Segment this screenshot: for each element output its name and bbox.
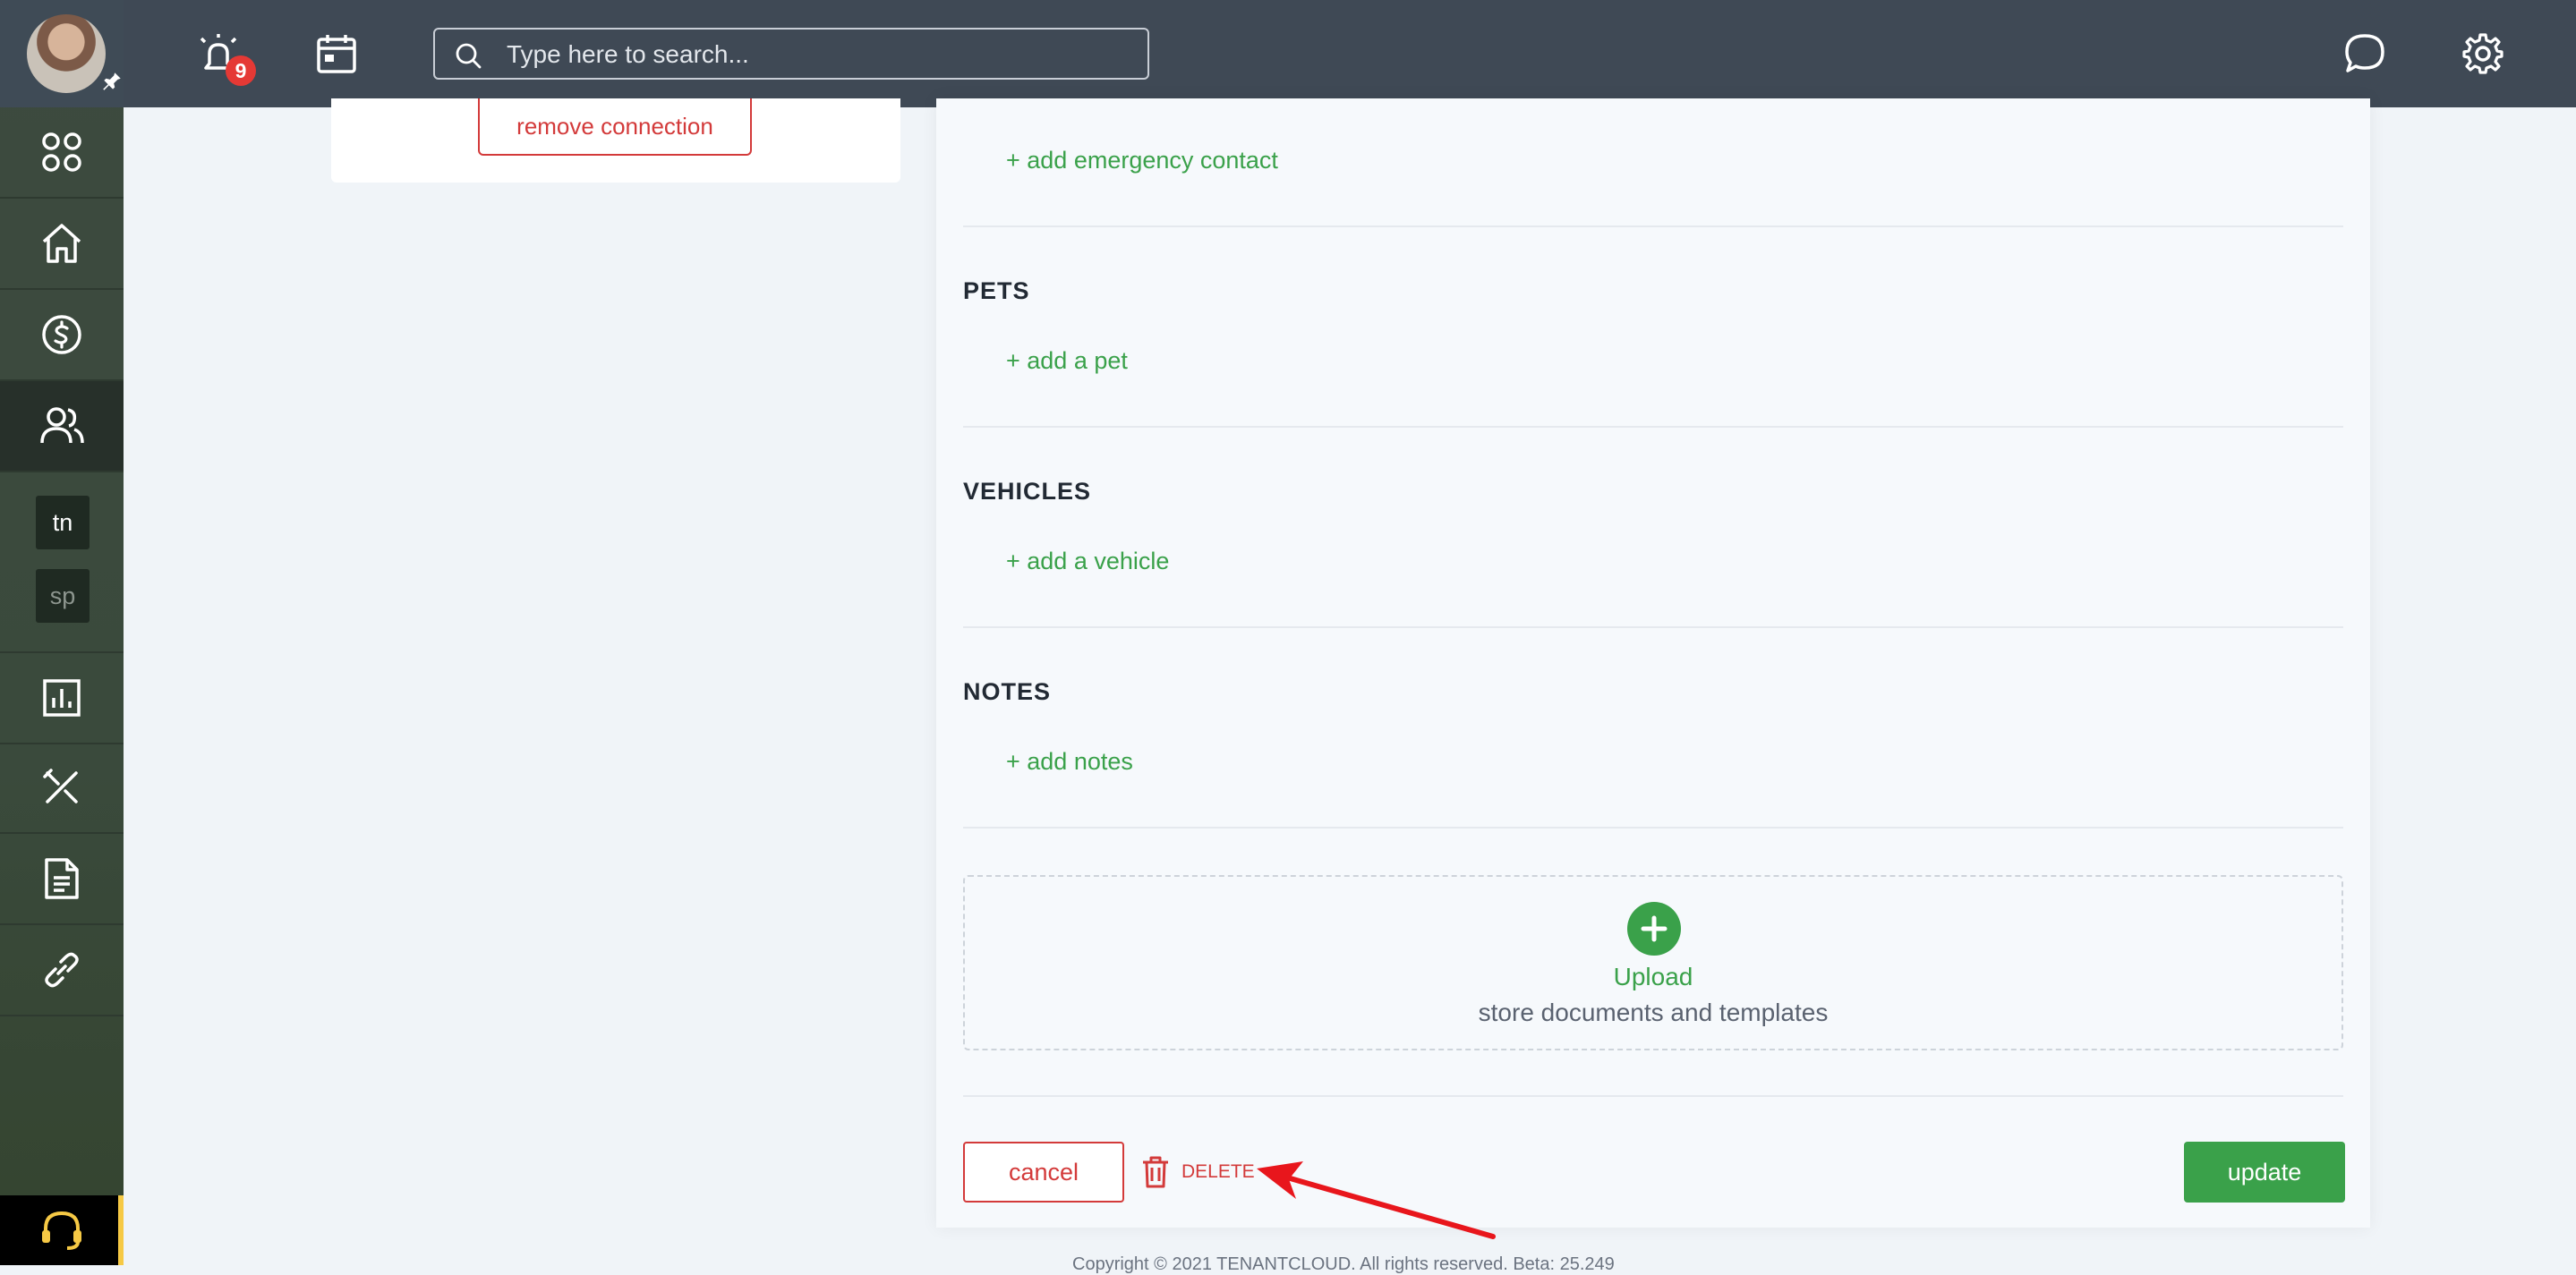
tools-icon xyxy=(43,769,78,803)
pin-icon[interactable] xyxy=(100,70,124,93)
upload-description: store documents and templates xyxy=(1478,999,1829,1026)
tenant-details-form: + add emergency contact PETS + add a pet… xyxy=(936,98,2370,1228)
sidebar-item-accounting[interactable] xyxy=(0,290,124,381)
add-vehicle-link[interactable]: + add a vehicle xyxy=(1006,548,1169,575)
sidebar-header xyxy=(0,0,124,107)
document-icon xyxy=(45,858,79,899)
sidebar-item-reports[interactable] xyxy=(0,651,124,744)
apps-grid-icon xyxy=(42,132,81,172)
report-chart-icon xyxy=(43,679,81,717)
search-box[interactable] xyxy=(433,28,1149,80)
gear-icon xyxy=(2462,33,2503,74)
sidebar-item-maintenance[interactable] xyxy=(0,743,124,834)
add-pet-link[interactable]: + add a pet xyxy=(1006,347,1128,375)
dollar-circle-icon xyxy=(42,315,81,354)
top-bar: 9 xyxy=(124,0,2576,107)
delete-button[interactable]: DELETE xyxy=(1140,1143,1255,1201)
messages-button[interactable] xyxy=(2338,27,2392,81)
headset-icon xyxy=(42,1211,81,1250)
search-input[interactable] xyxy=(505,30,1135,80)
add-notes-link[interactable]: + add notes xyxy=(1006,748,1133,776)
users-icon xyxy=(40,407,84,444)
update-button[interactable]: update xyxy=(2184,1142,2345,1203)
add-emergency-contact-link[interactable]: + add emergency contact xyxy=(1006,147,1278,174)
sidebar-tag-sp[interactable]: sp xyxy=(36,569,90,623)
cancel-button[interactable]: cancel xyxy=(963,1142,1124,1203)
upload-dropzone[interactable]: Upload store documents and templates xyxy=(963,875,2343,1050)
link-icon xyxy=(45,952,79,988)
sidebar: tn sp xyxy=(0,0,124,1265)
settings-button[interactable] xyxy=(2456,27,2510,81)
plus-circle-icon[interactable] xyxy=(1627,902,1681,956)
section-title-pets: PETS xyxy=(963,277,1030,304)
divider xyxy=(963,426,2343,428)
remove-connection-button[interactable]: remove connection xyxy=(478,98,752,156)
sidebar-item-dashboard[interactable] xyxy=(0,107,124,199)
avatar[interactable] xyxy=(27,14,106,93)
search-icon xyxy=(456,43,482,69)
section-title-notes: NOTES xyxy=(963,678,1052,705)
calendar-icon xyxy=(317,35,356,73)
divider xyxy=(963,225,2343,227)
upload-label[interactable]: Upload xyxy=(965,963,2341,991)
annotation-arrow-icon xyxy=(1257,1161,1496,1239)
trash-icon xyxy=(1143,1156,1168,1188)
support-button[interactable] xyxy=(0,1195,124,1265)
notification-count-badge: 9 xyxy=(226,55,256,86)
section-title-vehicles: VEHICLES xyxy=(963,478,1092,505)
divider xyxy=(963,1095,2343,1097)
sidebar-item-documents[interactable] xyxy=(0,834,124,925)
chat-bubble-icon xyxy=(2345,34,2384,72)
calendar-button[interactable] xyxy=(310,27,363,81)
sidebar-item-integrations[interactable] xyxy=(0,925,124,1016)
sidebar-tag-tn[interactable]: tn xyxy=(36,496,90,549)
sidebar-item-people[interactable] xyxy=(0,381,124,472)
divider xyxy=(963,827,2343,829)
active-indicator xyxy=(118,1195,124,1265)
sidebar-item-properties[interactable] xyxy=(0,199,124,290)
connection-card: remove connection xyxy=(331,98,900,183)
home-icon xyxy=(42,224,81,263)
divider xyxy=(963,626,2343,628)
